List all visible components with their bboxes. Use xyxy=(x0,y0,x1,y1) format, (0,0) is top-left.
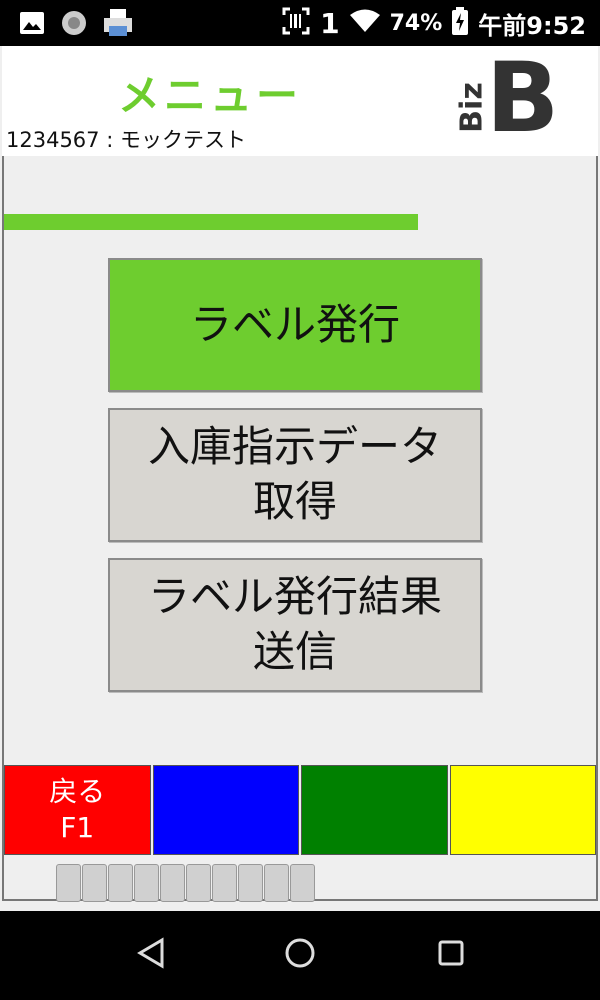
user-info: 1234567 : モックテスト xyxy=(6,128,246,152)
receive-label-line2: 取得 xyxy=(252,477,337,526)
function-key-bar: 戻る F1 xyxy=(4,765,596,855)
back-icon[interactable] xyxy=(136,937,166,973)
clock: 午前9:52 xyxy=(478,12,586,40)
printer-icon xyxy=(102,8,134,42)
indicator-cell xyxy=(108,864,133,902)
status-bar: 1 74% 午前9:52 xyxy=(0,0,600,46)
navigation-bar xyxy=(0,911,600,1000)
indicator-cell xyxy=(186,864,211,902)
logo-b-letter: B xyxy=(486,42,560,154)
app-window: メニュー 1234567 : モックテスト Biz B ラベル発行 入庫指示デー… xyxy=(0,46,600,911)
sim-number: 1 xyxy=(320,7,340,40)
page-title: メニュー xyxy=(118,71,303,120)
battery-charging-icon xyxy=(452,6,469,41)
f1-back-button[interactable]: 戻る F1 xyxy=(4,765,151,855)
barcode-scanner-icon xyxy=(282,7,310,41)
accent-bar xyxy=(4,214,418,230)
image-icon xyxy=(18,9,46,41)
receive-label-line1: 入庫指示データ xyxy=(147,422,442,472)
indicator-cell xyxy=(212,864,237,902)
indicator-cell xyxy=(134,864,159,902)
f1-key: F1 xyxy=(60,811,95,844)
indicator-cell xyxy=(264,864,289,902)
home-icon[interactable] xyxy=(284,937,316,973)
receive-instruction-data-button[interactable]: 入庫指示データ 取得 xyxy=(108,408,482,542)
indicator-cell xyxy=(160,864,185,902)
user-info-row: 1234567 : モックテスト xyxy=(4,124,418,230)
indicator-cell xyxy=(56,864,81,902)
send-label-line2: 送信 xyxy=(252,627,337,676)
label-issue-label: ラベル発行 xyxy=(189,299,400,349)
status-indicator-row xyxy=(56,864,316,902)
indicator-cell xyxy=(238,864,263,902)
settings-circle-icon xyxy=(60,9,88,41)
biz-b-logo: Biz B xyxy=(448,50,562,146)
f2-button[interactable] xyxy=(152,765,299,855)
f4-button[interactable] xyxy=(449,765,596,855)
f1-label: 戻る xyxy=(49,774,106,808)
battery-percent: 74% xyxy=(389,11,443,36)
wifi-icon xyxy=(349,9,380,39)
send-label-result-button[interactable]: ラベル発行結果 送信 xyxy=(108,558,482,692)
f3-button[interactable] xyxy=(301,765,448,855)
header: メニュー 1234567 : モックテスト Biz B xyxy=(2,46,598,230)
recent-apps-icon[interactable] xyxy=(436,937,466,973)
logo-biz-text: Biz xyxy=(454,82,490,133)
indicator-cell xyxy=(82,864,107,902)
label-issue-button[interactable]: ラベル発行 xyxy=(108,258,482,392)
send-label-line1: ラベル発行結果 xyxy=(147,572,442,622)
indicator-cell xyxy=(290,864,315,902)
